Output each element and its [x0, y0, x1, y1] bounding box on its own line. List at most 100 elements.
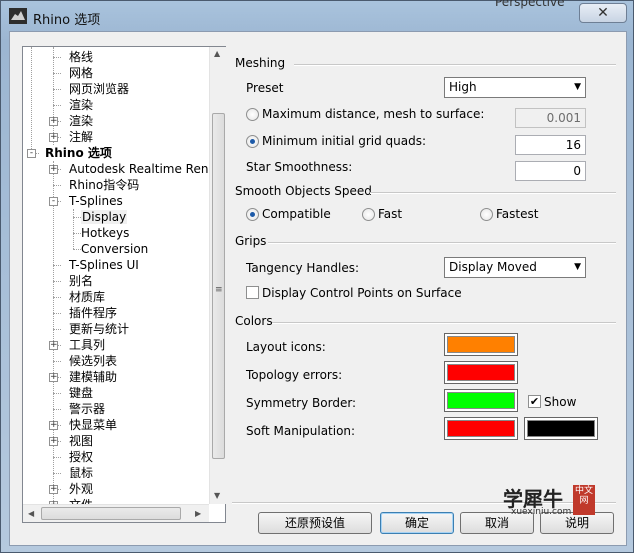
expand-icon[interactable]: + [49, 117, 58, 126]
tree-item[interactable]: Display [81, 209, 128, 225]
tree-item-label: 警示器 [69, 402, 106, 416]
tree-item-label: Hotkeys [81, 226, 130, 240]
tree-item[interactable]: 网格 [69, 65, 93, 81]
tree-connector [53, 89, 61, 90]
grip-icon: ≡ [215, 285, 223, 295]
tree-item[interactable]: Hotkeys [81, 225, 129, 241]
tree-item[interactable]: 渲染 [69, 113, 93, 129]
expand-icon[interactable]: + [49, 373, 58, 382]
tree-item-label: Conversion [81, 242, 149, 256]
topology-errors-label: Topology errors: [246, 368, 343, 382]
compatible-radio[interactable] [246, 208, 259, 221]
tree-item[interactable]: 键盘 [69, 385, 93, 401]
tree-item[interactable]: 鼠标 [69, 465, 93, 481]
tree-item[interactable]: 外观 [69, 481, 93, 497]
tree-item[interactable]: Rhino 选项 [45, 145, 112, 161]
options-tree[interactable]: 格线 网格 网页浏览器 渲染 渲染 + 注解 + Rhino 选项 - Autodesk Realt… [22, 46, 226, 523]
collapse-icon[interactable]: - [49, 197, 58, 206]
tree-item[interactable]: Conversion [81, 241, 148, 257]
tree-item-label: 网页浏览器 [69, 82, 130, 96]
display-control-points-checkbox[interactable] [246, 286, 259, 299]
star-smoothness-field[interactable]: 0 [515, 161, 586, 181]
title-bar[interactable]: Rhino 选项 Perspective ✕ [1, 0, 633, 31]
tree-item[interactable]: 网页浏览器 [69, 81, 129, 97]
tree-vertical-scrollbar[interactable]: ▲ ≡ ▼ [209, 47, 226, 504]
scroll-down-icon[interactable]: ▼ [214, 491, 220, 500]
tree-guide-line [73, 209, 74, 249]
tree-item[interactable]: T-Splines [69, 193, 123, 209]
tree-connector [53, 73, 61, 74]
tree-item[interactable]: 格线 [69, 49, 93, 65]
restore-defaults-button[interactable]: 还原预设值 [258, 512, 372, 534]
tree-item[interactable]: 快显菜单 [69, 417, 117, 433]
tree-item-label: T-Splines UI [69, 258, 139, 272]
fast-radio[interactable] [362, 208, 375, 221]
hscroll-thumb[interactable] [41, 507, 181, 520]
tree-item-label: Display [81, 210, 128, 224]
show-symmetry-checkbox[interactable]: ✔ [528, 395, 541, 408]
tree-item[interactable]: 别名 [69, 273, 93, 289]
tree-item[interactable]: 建模辅助 [69, 369, 117, 385]
tree-item[interactable]: Autodesk Realtime Rendere [69, 161, 209, 177]
tree-item[interactable]: 授权 [69, 449, 93, 465]
max-distance-radio[interactable] [246, 108, 259, 121]
scroll-left-icon[interactable]: ◀ [28, 509, 34, 518]
tree-item-label: 材质库 [69, 290, 106, 304]
fastest-radio[interactable] [480, 208, 493, 221]
tree-item[interactable]: Rhino指令码 [69, 177, 139, 193]
smooth-divider [370, 192, 616, 194]
expand-icon[interactable]: + [49, 165, 58, 174]
tree-connector [53, 409, 61, 410]
min-grid-radio[interactable] [246, 135, 259, 148]
collapse-icon[interactable]: - [27, 149, 36, 158]
meshing-section-title: Meshing [235, 56, 286, 70]
expand-icon[interactable]: + [49, 133, 58, 142]
min-grid-field[interactable]: 16 [515, 135, 586, 155]
show-label: Show [544, 395, 577, 409]
scroll-right-icon[interactable]: ▶ [195, 509, 201, 518]
tree-item[interactable]: 文件 [69, 497, 93, 504]
close-button[interactable]: ✕ [579, 3, 627, 23]
tree-item[interactable]: 材质库 [69, 289, 105, 305]
tree-item[interactable]: T-Splines UI [69, 257, 139, 273]
scroll-up-icon[interactable]: ▲ [214, 49, 220, 58]
tree-item[interactable]: 警示器 [69, 401, 105, 417]
expand-icon[interactable]: + [49, 341, 58, 350]
options-dialog: Rhino 选项 Perspective ✕ 格线 网格 网页浏览器 渲染 渲染 + 注解 +… [0, 0, 634, 553]
soft-manipulation-color-button-2[interactable] [524, 417, 598, 440]
layout-icons-color-button[interactable] [444, 333, 518, 356]
max-distance-label: Maximum distance, mesh to surface: [262, 107, 485, 121]
symmetry-border-label: Symmetry Border: [246, 396, 357, 410]
tree-guide-line [31, 47, 32, 153]
tree-connector [53, 473, 61, 474]
watermark: 学犀牛 xuexiniu.com 中文网 [501, 483, 601, 523]
rhino-app-icon [9, 8, 27, 24]
tree-item[interactable]: 候选列表 [69, 353, 117, 369]
meshing-divider [294, 64, 616, 66]
symmetry-border-color-button[interactable] [444, 389, 518, 412]
preset-dropdown[interactable]: High ▼ [444, 77, 586, 98]
tree-connector [53, 281, 61, 282]
tree-item[interactable]: 更新与统计 [69, 321, 129, 337]
tree-item-label: 更新与统计 [69, 322, 130, 336]
soft-manipulation-color-fill-2 [527, 420, 595, 437]
symmetry-border-color-fill [447, 392, 515, 409]
tree-connector [53, 361, 61, 362]
tree-horizontal-scrollbar[interactable]: ◀ ▶ [23, 504, 209, 522]
tree-item[interactable]: 工具列 [69, 337, 105, 353]
tree-item[interactable]: 插件程序 [69, 305, 117, 321]
tree-item[interactable]: 渲染 [69, 97, 93, 113]
tree-item-label: 网格 [69, 66, 94, 80]
tree-connector [53, 185, 61, 186]
tree-item[interactable]: 视图 [69, 433, 93, 449]
ok-button[interactable]: 确定 [380, 512, 454, 534]
tree-item-label: 别名 [69, 274, 94, 288]
expand-icon[interactable]: + [49, 485, 58, 494]
expand-icon[interactable]: + [49, 437, 58, 446]
expand-icon[interactable]: + [49, 421, 58, 430]
tangency-handles-dropdown[interactable]: Display Moved ▼ [444, 257, 586, 278]
topology-errors-color-button[interactable] [444, 361, 518, 384]
tree-item[interactable]: 注解 [69, 129, 93, 145]
soft-manipulation-color-button-1[interactable] [444, 417, 518, 440]
max-distance-field[interactable]: 0.001 [515, 108, 586, 128]
